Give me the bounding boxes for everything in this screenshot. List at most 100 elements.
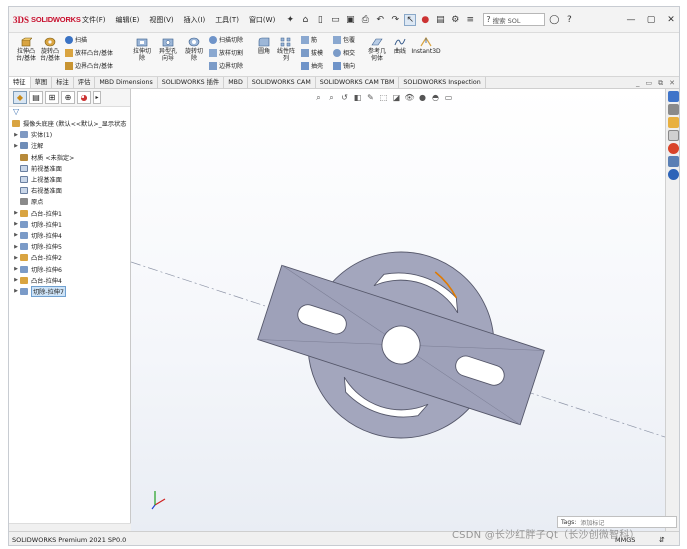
print-icon[interactable]: ⎙ — [359, 14, 371, 26]
save-icon[interactable]: ▣ — [344, 14, 356, 26]
intersect-button[interactable]: 相交 — [333, 49, 355, 57]
expand-arrow-icon[interactable]: ▶ — [12, 221, 20, 227]
expand-arrow-icon[interactable]: ▶ — [12, 232, 20, 238]
user-icon[interactable]: ◯ — [548, 14, 560, 26]
menu-window[interactable]: 窗口(W) — [244, 7, 280, 33]
revolve-cut-button[interactable]: 旋转切 除 — [183, 37, 205, 62]
tree-root-part[interactable]: 摄像头底座 (默认<<默认>_显示状态 — [12, 118, 130, 129]
display-manager-tab-icon[interactable]: ◕ — [77, 91, 91, 104]
expand-arrow-icon[interactable]: ▶ — [12, 288, 20, 294]
reference-geometry-button[interactable]: 参考几 何体 — [365, 37, 389, 62]
expand-arrow-icon[interactable]: ▶ — [12, 143, 20, 149]
menu-insert[interactable]: 插入(I) — [179, 7, 211, 33]
expand-arrow-icon[interactable]: ▶ — [12, 132, 20, 138]
tab-solidworks-cam[interactable]: SOLIDWORKS CAM — [248, 77, 316, 88]
options-gear-icon[interactable]: ⚙ — [449, 14, 461, 26]
select-cursor-icon[interactable]: ↖ — [404, 13, 417, 26]
feature-manager-tab-icon[interactable]: ◆ — [13, 91, 27, 104]
new-document-icon[interactable]: ▯ — [314, 14, 326, 26]
traffic-light-icon[interactable]: ● — [419, 14, 431, 26]
instant3d-button[interactable]: Instant3D — [411, 37, 441, 55]
tree-item[interactable]: ▶ 注解 — [12, 140, 130, 151]
tab-mbd[interactable]: MBD — [224, 77, 248, 88]
linear-pattern-button[interactable]: 线性阵 列 — [275, 37, 297, 62]
tree-item[interactable]: ▶ 切除-拉伸4 — [12, 230, 130, 241]
rib-button[interactable]: 筋 — [301, 36, 317, 44]
configuration-manager-tab-icon[interactable]: ⊞ — [45, 91, 59, 104]
custom-properties-icon[interactable] — [668, 156, 679, 167]
tree-item[interactable]: ▶ 实体(1) — [12, 129, 130, 140]
sweep-button[interactable]: 扫描 — [65, 36, 87, 44]
tree-item[interactable]: ▶ 凸台-拉伸2 — [12, 252, 130, 263]
tab-solidworks-cam-tbm[interactable]: SOLIDWORKS CAM TBM — [316, 77, 400, 88]
tree-item[interactable]: 右视基准面 — [12, 185, 130, 196]
appearances-icon[interactable] — [668, 143, 679, 154]
close-icon[interactable]: ✕ — [665, 15, 677, 25]
undo-icon[interactable]: ↶ — [374, 14, 386, 26]
panel-more-icon[interactable]: ▸ — [93, 91, 101, 104]
hole-wizard-button[interactable]: 异型孔 向导 — [157, 37, 179, 62]
doc-tile-icon[interactable]: ⧉ — [658, 77, 663, 89]
quick-tips-icon[interactable]: ⇵ — [659, 532, 665, 545]
expand-arrow-icon[interactable]: ▶ — [12, 255, 20, 261]
tree-item[interactable]: 原点 — [12, 196, 130, 207]
help-circle-icon[interactable]: ? — [563, 14, 575, 26]
rebuild-icon[interactable]: ≡ — [464, 14, 476, 26]
expand-arrow-icon[interactable]: ▶ — [12, 266, 20, 272]
boundary-cut-button[interactable]: 边界切除 — [209, 62, 243, 70]
boundary-boss-button[interactable]: 边界凸台/基体 — [65, 62, 113, 70]
fillet-button[interactable]: 圆角 — [255, 37, 273, 55]
extrude-boss-button[interactable]: 拉伸凸 台/基体 — [15, 37, 37, 62]
tree-item[interactable]: ▶ 切除-拉伸5 — [12, 241, 130, 252]
expand-arrow-icon[interactable]: ▶ — [12, 244, 20, 250]
file-explorer-icon[interactable] — [668, 117, 679, 128]
expand-arrow-icon[interactable]: ▶ — [12, 277, 20, 283]
extrude-cut-button[interactable]: 拉伸切 除 — [131, 37, 153, 62]
tab-evaluate[interactable]: 评估 — [74, 77, 96, 88]
pin-icon[interactable]: ✦ — [284, 14, 296, 26]
tree-item[interactable]: ▶ 切除-拉伸6 — [12, 263, 130, 274]
menu-view[interactable]: 视图(V) — [144, 7, 178, 33]
tree-item[interactable]: ▶ 切除-拉伸7 — [12, 285, 130, 297]
camera-base-part[interactable] — [241, 214, 561, 476]
tab-features[interactable]: 特征 — [9, 77, 31, 88]
solidworks-forum-icon[interactable] — [668, 169, 679, 180]
file-properties-icon[interactable]: ▤ — [434, 14, 446, 26]
restore-icon[interactable]: ▢ — [645, 15, 657, 25]
home-icon[interactable]: ⌂ — [299, 14, 311, 26]
lofted-cut-button[interactable]: 放样切割 — [209, 49, 243, 57]
revolve-boss-button[interactable]: 旋转凸 台/基体 — [39, 37, 61, 62]
tree-item[interactable]: 上视基准面 — [12, 174, 130, 185]
view-palette-icon[interactable] — [668, 130, 679, 141]
redo-icon[interactable]: ↷ — [389, 14, 401, 26]
mirror-button[interactable]: 镜向 — [333, 62, 355, 70]
tree-item[interactable]: ▶ 凸台-拉伸1 — [12, 208, 130, 219]
swept-cut-button[interactable]: 扫描切除 — [209, 36, 243, 44]
loft-button[interactable]: 放样凸台/基体 — [65, 49, 113, 57]
expand-arrow-icon[interactable]: ▶ — [12, 210, 20, 216]
dimxpert-tab-icon[interactable]: ⊕ — [61, 91, 75, 104]
tab-mbd-dimensions[interactable]: MBD Dimensions — [95, 77, 158, 88]
draft-button[interactable]: 拔模 — [301, 49, 323, 57]
filter-icon[interactable]: ▽ — [9, 107, 130, 118]
tab-markup[interactable]: 标注 — [52, 77, 74, 88]
design-library-icon[interactable] — [668, 104, 679, 115]
doc-minimize-icon[interactable]: _ — [636, 77, 640, 89]
menu-file[interactable]: 文件(F) — [77, 7, 111, 33]
tree-item[interactable]: ▶ 切除-拉伸1 — [12, 219, 130, 230]
solidworks-resources-icon[interactable] — [668, 91, 679, 102]
graphics-area[interactable]: ⌕ ⌕ ↺ ◧ ✎ ⬚ ◪ 👁 ● ◓ ▭ — [131, 89, 665, 531]
solidworks-logo[interactable]: 3DS SOLIDWORKS — [9, 15, 81, 25]
wrap-button[interactable]: 包覆 — [333, 36, 355, 44]
tree-item[interactable]: ▶ 凸台-拉伸4 — [12, 275, 130, 286]
property-manager-tab-icon[interactable]: ▤ — [29, 91, 43, 104]
menu-tools[interactable]: 工具(T) — [210, 7, 244, 33]
open-folder-icon[interactable]: ▭ — [329, 14, 341, 26]
tab-solidworks-addins[interactable]: SOLIDWORKS 插件 — [158, 77, 225, 88]
doc-restore-icon[interactable]: ▭ — [646, 77, 653, 89]
tab-sketch[interactable]: 草图 — [31, 77, 53, 88]
doc-close-icon[interactable]: ✕ — [669, 77, 675, 89]
panel-horizontal-scrollbar[interactable] — [9, 523, 131, 531]
tree-item[interactable]: 材质 <未指定> — [12, 152, 130, 163]
minimize-icon[interactable]: — — [625, 15, 637, 25]
